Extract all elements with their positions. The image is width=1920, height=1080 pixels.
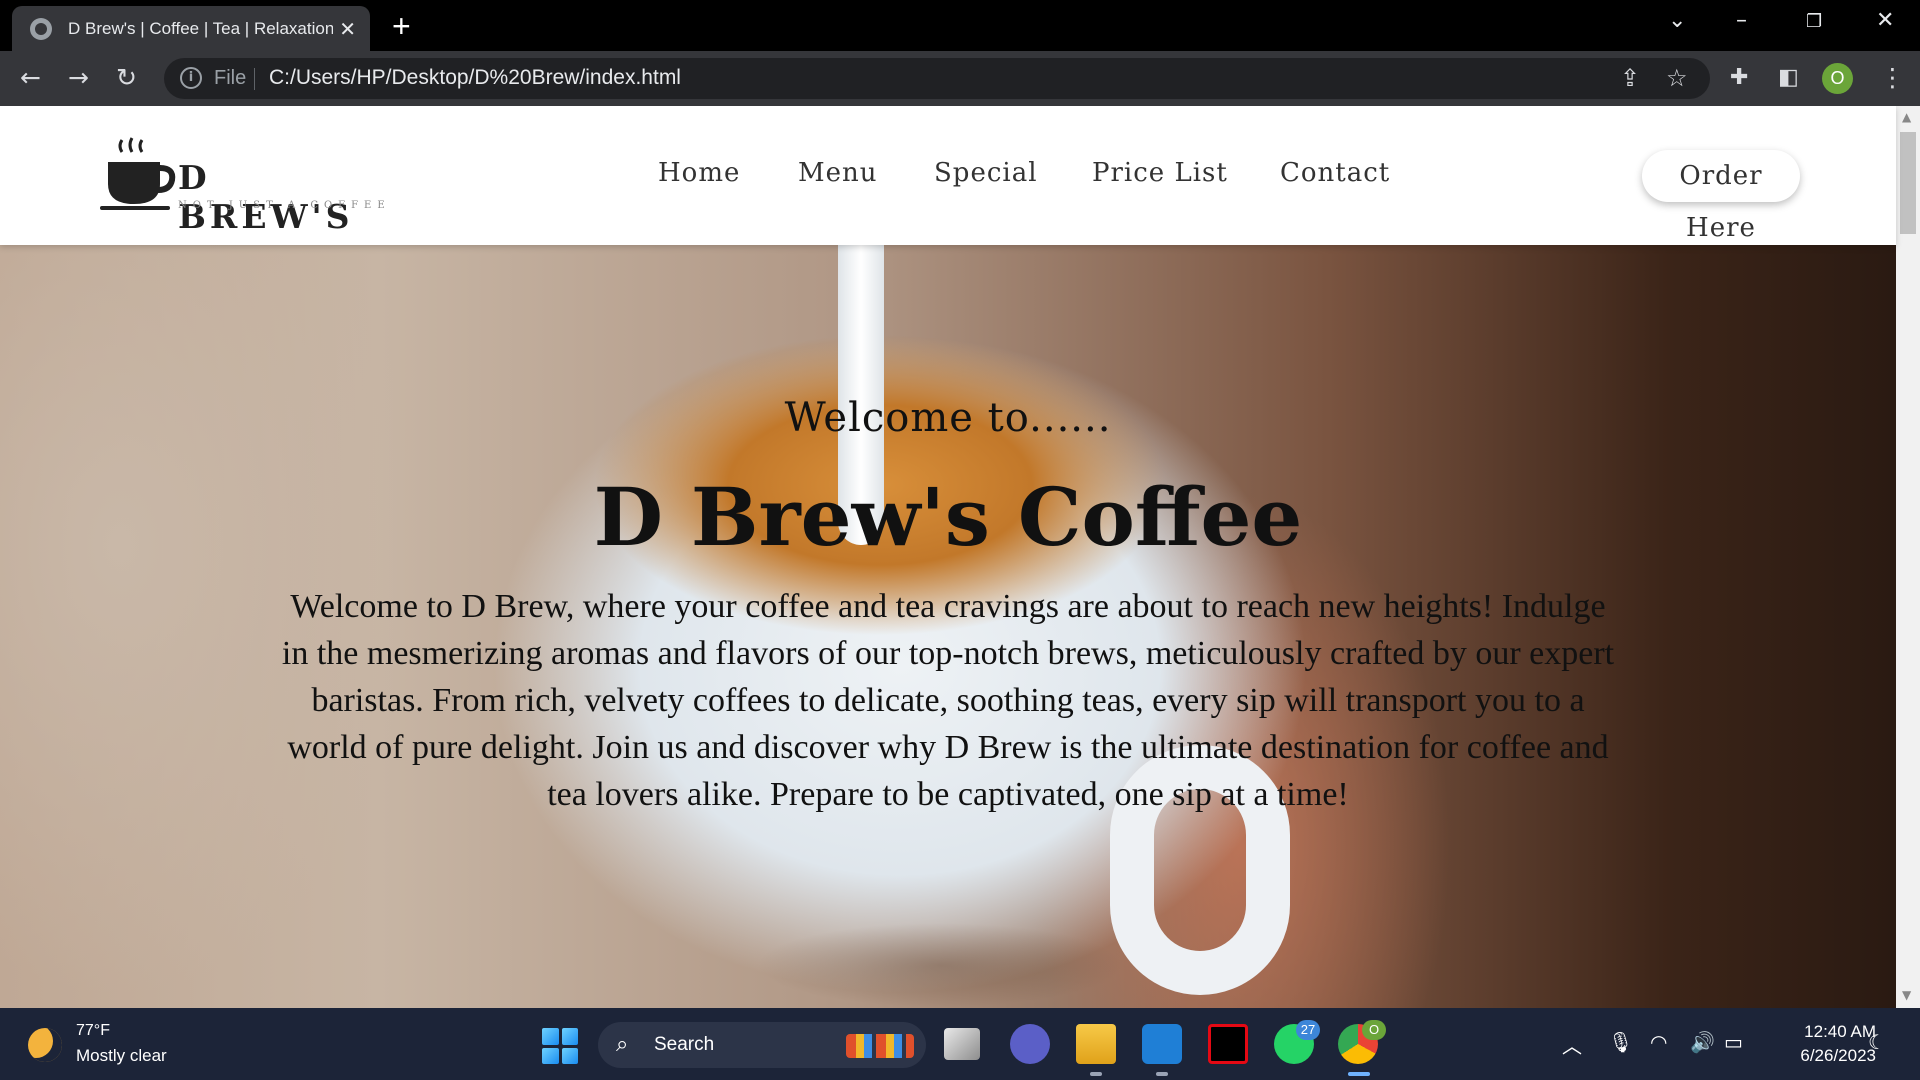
taskbar-search[interactable]: ⌕ Search [598,1022,926,1068]
url-text[interactable]: C:/Users/HP/Desktop/D%20Brew/index.html [269,66,681,90]
file-explorer-running-indicator [1090,1072,1102,1076]
vscode-icon[interactable] [1142,1024,1182,1064]
tab-title: D Brew's | Coffee | Tea | Relaxation [68,18,333,38]
browser-tab-active[interactable]: D Brew's | Coffee | Tea | Relaxation ✕ [12,6,370,51]
whatsapp-notification-badge: 27 [1296,1020,1320,1040]
focus-moon-icon[interactable]: ☾ [1868,1030,1886,1054]
coffee-cup-logo-icon [100,137,176,210]
minimize-button[interactable]: – [1736,8,1747,33]
nav-home[interactable]: Home [658,158,740,188]
nav-price-list[interactable]: Price List [1092,158,1228,188]
share-icon[interactable]: ⇪ [1620,64,1640,92]
volume-icon[interactable]: 🔊 [1690,1030,1715,1054]
nav-special[interactable]: Special [934,158,1038,188]
wifi-icon[interactable]: ◠ [1650,1030,1667,1054]
search-highlight-icon [846,1034,914,1058]
hero-section: Welcome to...... D Brew's Coffee Welcome… [0,245,1896,1008]
menu-kebab-icon[interactable]: ⋮ [1880,63,1905,93]
vscode-running-indicator [1156,1072,1168,1076]
nav-menu[interactable]: Menu [798,158,878,188]
address-bar[interactable]: i File C:/Users/HP/Desktop/D%20Brew/inde… [164,58,1710,99]
weather-description[interactable]: Mostly clear [76,1046,167,1066]
clock-date[interactable]: 6/26/2023 [1770,1046,1876,1066]
logo-tagline: NOT JUST A COFFEE [178,200,391,211]
page-scrollbar[interactable]: ▲ ▼ [1896,106,1920,1008]
restore-button[interactable]: ❐ [1806,11,1822,32]
file-explorer-icon[interactable] [1076,1024,1116,1064]
microphone-icon[interactable]: 🎙 [1608,1030,1633,1054]
hero-title: D Brew's Coffee [593,470,1303,564]
scroll-down-arrow-icon[interactable]: ▼ [1902,988,1911,1002]
weather-temperature[interactable]: 77°F [76,1022,110,1040]
windows-taskbar: 77°F Mostly clear ⌕ Search 27 O ︿ 🎙 ◠ 🔊 … [0,1008,1920,1080]
new-tab-button[interactable]: + [392,8,411,44]
side-panel-icon[interactable]: ◧ [1778,63,1799,93]
battery-icon[interactable]: ▭ [1724,1030,1743,1054]
address-separator [254,68,255,90]
order-here-button[interactable]: Order Here [1642,150,1800,243]
windows-start-icon[interactable] [542,1028,578,1064]
search-label: Search [654,1034,715,1055]
scrollbar-thumb[interactable] [1900,132,1916,234]
browser-toolbar: ← → ↻ i File C:/Users/HP/Desktop/D%20Bre… [0,51,1920,106]
nav-contact[interactable]: Contact [1280,158,1390,188]
chrome-profile-badge: O [1362,1020,1386,1040]
address-prefix: File [214,67,247,89]
browser-tab-bar: D Brew's | Coffee | Tea | Relaxation ✕ +… [0,0,1920,51]
weather-moon-icon[interactable] [28,1028,62,1062]
page-viewport: D BREW'S NOT JUST A COFFEE Home Menu Spe… [0,106,1920,1008]
close-window-button[interactable]: ✕ [1876,8,1894,33]
chrome-active-indicator [1348,1072,1370,1076]
hero-welcome: Welcome to...... [784,395,1112,441]
profile-avatar[interactable]: O [1822,63,1853,94]
netflix-icon[interactable] [1208,1024,1248,1064]
hero-description: Welcome to D Brew, where your coffee and… [281,588,1615,813]
bookmark-star-icon[interactable]: ☆ [1666,64,1688,92]
clock-time[interactable]: 12:40 AM [1770,1022,1876,1042]
task-view-icon[interactable] [944,1028,980,1060]
globe-icon [30,17,52,40]
forward-arrow-icon[interactable]: → [68,63,89,93]
logo-name: D BREW'S [178,158,354,236]
tray-overflow-chevron-icon[interactable]: ︿ [1562,1030,1582,1059]
site-info-icon[interactable]: i [180,67,202,89]
search-icon: ⌕ [616,1032,629,1057]
reload-icon[interactable]: ↻ [116,63,137,93]
site-header: D BREW'S NOT JUST A COFFEE Home Menu Spe… [0,106,1896,245]
tab-search-chevron-icon[interactable]: ⌄ [1668,8,1686,33]
teams-chat-icon[interactable] [1010,1024,1050,1064]
extensions-puzzle-icon[interactable]: ✚ [1730,63,1748,93]
site-logo[interactable]: D BREW'S NOT JUST A COFFEE [100,136,400,236]
close-tab-icon[interactable]: ✕ [339,17,356,41]
scroll-up-arrow-icon[interactable]: ▲ [1902,110,1911,124]
back-arrow-icon[interactable]: ← [20,63,41,93]
